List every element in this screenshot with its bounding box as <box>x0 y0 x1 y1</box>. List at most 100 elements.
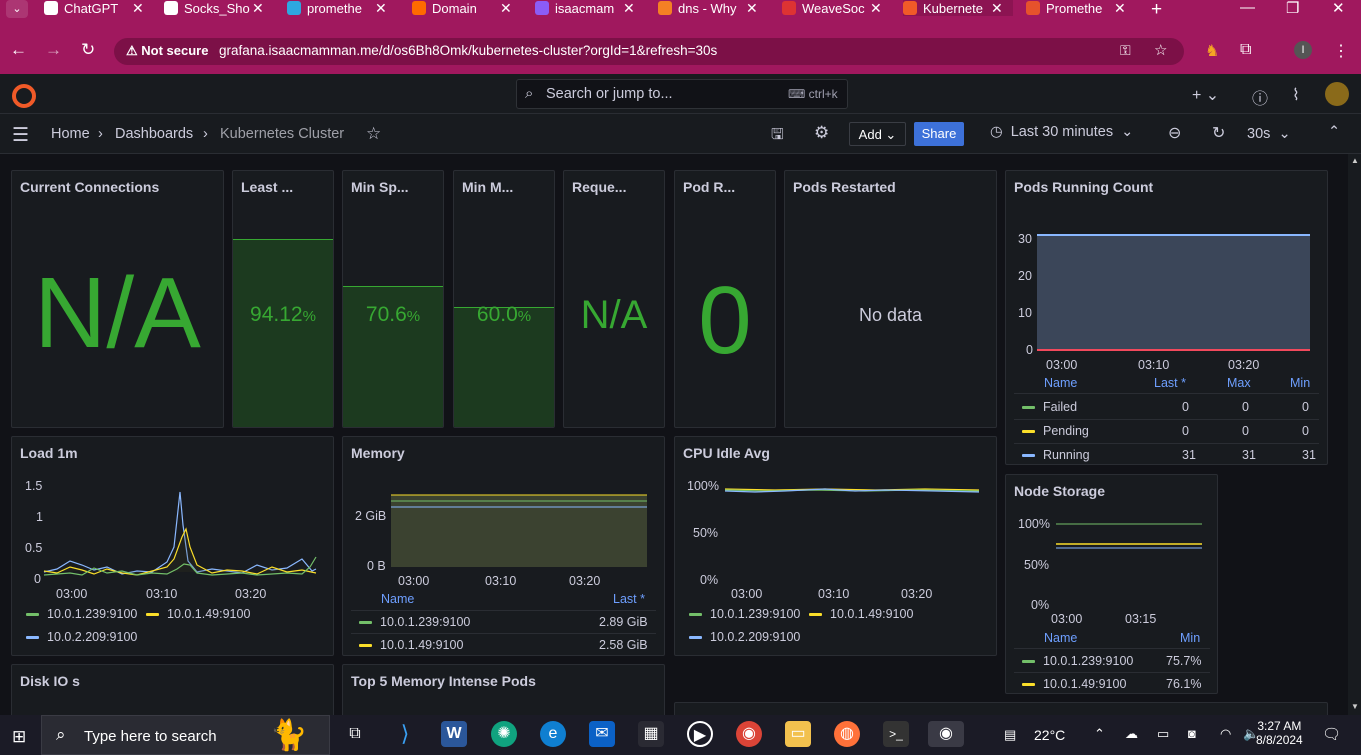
browser-tab[interactable]: Domain ✕ <box>412 0 522 16</box>
panel-pods-restarted[interactable]: Pods Restarted No data <box>784 170 997 428</box>
store-icon[interactable]: ▦ <box>638 721 664 747</box>
file-explorer-icon[interactable]: ▭ <box>785 721 811 747</box>
menu-hamburger-icon[interactable]: ☰ <box>12 124 29 147</box>
chrome-active-icon[interactable]: ◉ <box>928 721 964 747</box>
panel-reque[interactable]: Reque... N/A <box>563 170 665 428</box>
legend-item[interactable]: Pending <box>1022 424 1089 438</box>
panel-memory[interactable]: Memory 2 GiB 0 B 03:00 03:10 03:20 Name … <box>342 436 665 656</box>
collapse-chevron-icon[interactable]: ⌃ <box>1328 124 1340 140</box>
panel-current-connections[interactable]: Current Connections N/A <box>11 170 224 428</box>
media-player-icon[interactable]: ▶ <box>687 721 713 747</box>
tray-chevron-icon[interactable]: ⌃ <box>1094 726 1105 742</box>
wifi-icon[interactable]: ◠ <box>1220 726 1231 742</box>
panel-min-m[interactable]: Min M... 60.0% <box>453 170 555 428</box>
battery-icon[interactable]: ▭ <box>1157 726 1169 742</box>
add-button[interactable]: Add ⌄ <box>849 122 906 146</box>
extensions-puzzle-icon[interactable]: ⧉ <box>1240 41 1251 59</box>
legend-header[interactable]: Last * <box>613 592 645 606</box>
browser-tab[interactable]: ChatGPT ✕ <box>44 0 154 16</box>
legend-item[interactable]: 10.0.1.49:9100 <box>1022 677 1126 691</box>
profile-avatar[interactable]: I <box>1294 41 1312 59</box>
terminal-icon[interactable]: >_ <box>883 721 909 747</box>
password-key-icon[interactable]: ⚿ <box>1120 42 1131 59</box>
chrome-icon[interactable]: ◉ <box>736 721 762 747</box>
tab-close-icon[interactable]: ✕ <box>746 0 758 17</box>
save-dashboard-icon[interactable]: 🖫 <box>771 124 784 149</box>
task-view-icon[interactable]: ⧉ <box>342 721 368 747</box>
browser-tab[interactable]: WeaveSoc ✕ <box>782 0 892 16</box>
legend-header[interactable]: Min <box>1180 631 1200 645</box>
zoom-out-icon[interactable]: ⊖ <box>1168 123 1181 143</box>
tab-close-icon[interactable]: ✕ <box>252 0 264 17</box>
tab-close-icon[interactable]: ✕ <box>1114 0 1126 17</box>
forward-icon[interactable]: → <box>45 40 62 60</box>
refresh-interval-picker[interactable]: 30s ⌄ <box>1247 126 1291 142</box>
tab-close-icon[interactable]: ✕ <box>375 0 387 17</box>
legend-item[interactable]: 10.0.1.239:9100 <box>359 615 470 629</box>
legend-item[interactable]: 10.0.1.49:9100 <box>146 607 250 621</box>
legend-item[interactable]: Failed <box>1022 400 1077 414</box>
chatgpt-icon[interactable]: ✺ <box>491 721 517 747</box>
tab-close-icon[interactable]: ✕ <box>623 0 635 17</box>
temperature-label[interactable]: 22°C <box>1034 727 1065 743</box>
legend-item[interactable]: 10.0.2.209:9100 <box>26 630 137 644</box>
word-icon[interactable]: W <box>441 721 467 747</box>
tab-close-icon[interactable]: ✕ <box>500 0 512 17</box>
weather-icon[interactable]: ▤ <box>1004 727 1016 743</box>
dashboard-scrollbar[interactable]: ▲ ▼ <box>1348 154 1361 715</box>
panel-pod-r[interactable]: Pod R... 0 <box>674 170 776 428</box>
back-icon[interactable]: ← <box>10 40 27 60</box>
panel-min-sp[interactable]: Min Sp... 70.6% <box>342 170 444 428</box>
extension-fox-icon[interactable]: ♞ <box>1205 41 1219 61</box>
windows-start-icon[interactable]: ⊞ <box>12 727 26 747</box>
restore-button[interactable]: ❐ <box>1286 0 1299 17</box>
help-icon[interactable]: ⓘ <box>1252 85 1268 109</box>
clock[interactable]: 3:27 AM 8/8/2024 <box>1256 719 1303 747</box>
browser-tab[interactable]: Socks_Sho ✕ <box>164 0 274 16</box>
panel-node-storage[interactable]: Node Storage 100% 50% 0% 03:00 03:15 Nam… <box>1005 474 1218 694</box>
edge-icon[interactable]: e <box>540 721 566 747</box>
user-avatar[interactable] <box>1325 82 1349 106</box>
vscode-icon[interactable]: ⟩ <box>392 721 418 747</box>
firefox-icon[interactable]: ◍ <box>834 721 860 747</box>
legend-header[interactable]: Last * <box>1154 376 1186 390</box>
browser-menu-icon[interactable]: ⋮ <box>1333 41 1349 61</box>
close-window-button[interactable]: ✕ <box>1332 0 1345 17</box>
panel-least[interactable]: Least ... 94.12% <box>232 170 334 428</box>
browser-tab[interactable]: Kubernete ✕ <box>903 0 1013 16</box>
legend-header[interactable]: Max <box>1227 376 1251 390</box>
scroll-up-icon[interactable]: ▲ <box>1351 156 1359 165</box>
legend-item[interactable]: 10.0.1.239:9100 <box>1022 654 1133 668</box>
grafana-logo-icon[interactable] <box>12 84 36 108</box>
legend-item[interactable]: 10.0.1.49:9100 <box>359 638 463 652</box>
bookmark-star-icon[interactable]: ☆ <box>1154 41 1167 59</box>
mail-icon[interactable]: ✉ <box>589 721 615 747</box>
panel-load-1m[interactable]: Load 1m 1.5 1 0.5 0 03:00 03:10 03:20 10… <box>11 436 334 656</box>
tab-close-icon[interactable]: ✕ <box>870 0 882 17</box>
browser-tab[interactable]: Promethe ✕ <box>1026 0 1136 16</box>
legend-item[interactable]: 10.0.1.239:9100 <box>689 607 800 621</box>
panel-cpu-idle-avg[interactable]: CPU Idle Avg 100% 50% 0% 03:00 03:10 03:… <box>674 436 997 656</box>
panel-pods-running-count[interactable]: Pods Running Count 30 20 10 0 03:00 03:1… <box>1005 170 1328 465</box>
camera-icon[interactable]: ◙ <box>1188 726 1196 741</box>
breadcrumb-dashboards[interactable]: Dashboards <box>115 126 193 142</box>
legend-item[interactable]: 10.0.1.239:9100 <box>26 607 137 621</box>
breadcrumb-home[interactable]: Home <box>51 126 90 142</box>
share-button[interactable]: Share <box>914 122 964 146</box>
tab-close-icon[interactable]: ✕ <box>132 0 144 17</box>
search-input[interactable]: ⌕ Search or jump to... ⌨ ctrl+k <box>516 79 848 109</box>
reload-icon[interactable]: ↻ <box>81 40 95 60</box>
taskbar-search[interactable]: ⌕ Type here to search 🐈 <box>41 715 330 755</box>
tab-search-button[interactable]: ⌄ <box>6 0 28 18</box>
scroll-down-icon[interactable]: ▼ <box>1351 702 1359 711</box>
legend-item[interactable]: 10.0.2.209:9100 <box>689 630 800 644</box>
legend-header[interactable]: Name <box>1044 631 1077 645</box>
browser-tab[interactable]: isaacmam ✕ <box>535 0 645 16</box>
minimize-button[interactable]: — <box>1240 0 1255 16</box>
legend-header[interactable]: Name <box>381 592 414 606</box>
address-bar[interactable]: ⚠ Not secure grafana.isaacmamman.me/d/os… <box>114 38 1184 65</box>
time-picker[interactable]: ◷ Last 30 minutes ⌄ <box>990 124 1133 140</box>
legend-header[interactable]: Min <box>1290 376 1310 390</box>
notifications-icon[interactable]: 🗨 <box>1322 725 1341 743</box>
legend-header[interactable]: Name <box>1044 376 1077 390</box>
